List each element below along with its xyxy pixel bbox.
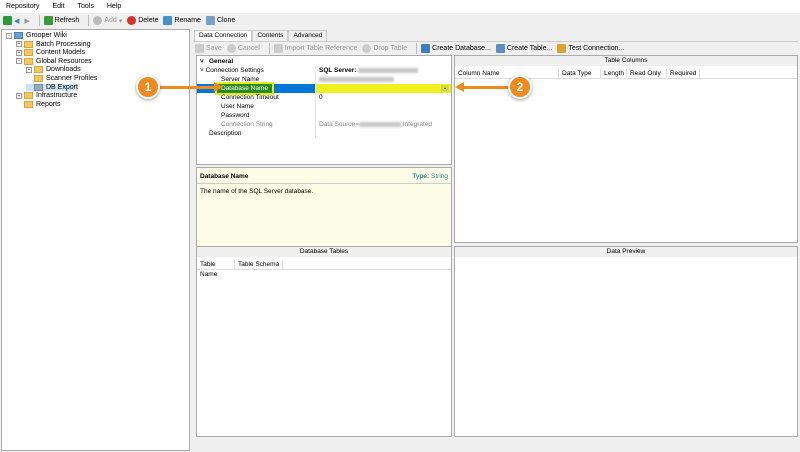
clone-button[interactable]: Clone [205,16,235,25]
back-button[interactable]: ◀ [14,17,19,25]
tree-node[interactable]: - Global Resources [16,57,92,65]
expand-icon[interactable]: + [16,49,22,56]
menu-help[interactable]: Help [107,3,121,10]
callout-arrow-2 [460,86,510,89]
folder-icon [34,75,43,82]
database-icon [421,43,431,53]
tree-node-label: Reports [36,100,61,108]
tab-strip: Data Connection Contents Advanced [194,30,328,41]
property-grid: ˅ General ˅ Connection Settings SQL Server… [196,55,452,165]
panel-toggle-icon[interactable] [3,16,12,25]
tree-node[interactable]: Reports [16,100,61,108]
tree-node-label: Batch Processing [36,40,91,48]
tree-node-label: Infrastructure [36,92,78,100]
menu-repository[interactable]: Repository [6,3,39,10]
prop-description[interactable]: Description [197,129,451,138]
tree-node-label: Content Models [36,49,86,57]
tree-node[interactable]: Scanner Profiles [26,75,97,82]
save-icon [195,43,204,53]
property-help-panel: Database Name Type: String The name of t… [196,167,452,256]
database-name-dropdown[interactable]: ⌄ [315,84,451,93]
tab-advanced[interactable]: Advanced [288,30,328,41]
prop-connection-timeout[interactable]: Connection Timeout 0 [197,93,451,102]
folder-icon [24,57,33,65]
menu-bar: Repository Edit Tools Help [0,0,800,13]
help-title: Database Name [200,173,249,180]
create-database-button[interactable]: Create Database... [421,43,491,53]
refresh-icon [43,16,53,25]
menu-tools[interactable]: Tools [78,3,94,10]
folder-icon [34,83,43,91]
tab-contents[interactable]: Contents [252,30,289,41]
delete-button[interactable]: Delete [127,16,158,25]
clone-icon [205,16,215,25]
folder-icon [24,92,33,100]
rename-icon [163,16,173,25]
import-icon [273,43,283,53]
callout-badge-1: 1 [136,75,160,99]
menu-edit[interactable]: Edit [52,3,64,10]
chevron-down-icon[interactable]: ⌄ [441,85,449,92]
prop-password[interactable]: Password [197,111,451,120]
folder-icon [14,32,23,39]
rename-button[interactable]: Rename [163,16,201,25]
table-icon [495,43,505,53]
tree-node-label: Scanner Profiles [46,75,98,82]
category-general[interactable]: ˅ General [197,57,451,66]
prop-connection-settings[interactable]: ˅ Connection Settings SQL Server: [197,66,451,75]
add-icon [93,16,103,25]
drop-icon [362,43,372,53]
main-toolbar: ◀ ▶ Refresh Add ▾ Delete Rename Clone [0,13,800,28]
tree-node[interactable]: DB Export [26,83,78,91]
tree-node-label: DB Export [46,83,78,91]
collapse-icon[interactable]: - [16,58,22,65]
tree-node-label: Grooper Wiki [26,32,67,39]
collapse-icon[interactable]: - [6,32,12,39]
add-button[interactable]: Add ▾ [93,16,122,25]
expand-icon[interactable]: + [26,66,32,73]
help-text: The name of the SQL Server database. [200,188,314,195]
create-table-button[interactable]: Create Table... [495,43,552,53]
folder-icon [24,40,33,48]
tab-data-connection[interactable]: Data Connection [194,30,253,41]
folder-icon [24,100,33,108]
drop-table-button[interactable]: Drop Table [362,43,407,53]
import-table-reference-button[interactable]: Import Table Reference [273,43,357,53]
delete-icon [127,16,137,25]
tree-node[interactable]: - Grooper Wiki [6,32,67,39]
expand-icon[interactable]: + [16,41,22,48]
tree-node[interactable]: + Batch Processing [16,40,91,48]
save-button[interactable]: Save [195,43,222,53]
data-preview-panel: Data Preview [454,246,798,437]
cancel-icon [226,43,236,53]
tree-node[interactable]: + Infrastructure [16,92,78,100]
callout-arrow-1 [160,86,220,89]
table-columns-header: Column Name Data Type Length Read Only R… [455,68,797,79]
forward-button[interactable]: ▶ [24,17,29,25]
refresh-button[interactable]: Refresh [43,16,79,25]
prop-server-name[interactable]: Server Name [197,75,451,84]
test-connection-icon [557,43,567,53]
connection-toolbar: Save Cancel Import Table Reference Drop … [195,42,629,54]
expand-icon[interactable]: + [16,92,22,99]
database-tables-panel: Database Tables Table Name Table Schema [196,246,452,437]
tree-node[interactable]: + Content Models [16,49,86,57]
table-columns-panel: Table Columns Column Name Data Type Leng… [454,55,798,243]
prop-connection-string[interactable]: Connection String Data Source= ;Integrated [197,120,451,129]
cancel-button[interactable]: Cancel [226,43,260,53]
tree-node-label: Global Resources [36,57,92,65]
prop-user-name[interactable]: User Name [197,102,451,111]
test-connection-button[interactable]: Test Connection... [557,43,624,53]
folder-icon [24,49,33,57]
callout-badge-2: 2 [508,75,532,99]
tree-node-label: Downloads [46,66,81,74]
prop-database-name[interactable]: Database Name ⌄ [197,82,451,95]
folder-icon [34,66,43,74]
tree-node[interactable]: + Downloads [26,66,81,74]
repository-tree[interactable]: - Grooper Wiki + Batch Processing + Content M… [1,29,190,451]
